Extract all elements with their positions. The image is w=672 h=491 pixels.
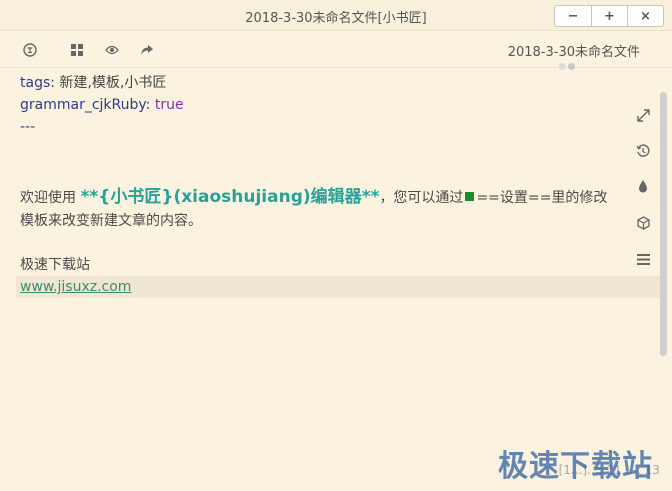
editor-area[interactable]: · · · · tags: 新建,模板,小书匠 grammar_cjkRuby:… <box>0 69 660 491</box>
site-link[interactable]: www.jisuxz.com <box>20 279 131 295</box>
front-matter-grammar-line: grammar_cjkRuby: true <box>20 94 184 116</box>
front-matter-tags-line: tags: 新建,模板,小书匠 <box>20 72 166 94</box>
drop-icon[interactable] <box>632 177 654 195</box>
editor-scrollbar[interactable] <box>660 92 667 356</box>
watermark-logo: 极速下载站 <box>498 449 653 484</box>
welcome-line-continued: 模板来改变新建文章的内容。 <box>20 213 202 229</box>
site-name-line: 极速下载站 <box>20 257 90 273</box>
site-link-line: www.jisuxz.com <box>20 276 131 298</box>
expand-icon[interactable] <box>632 106 654 124</box>
front-matter-end: --- <box>20 119 36 135</box>
window-controls: − + × <box>554 5 664 27</box>
title-bar: 2018-3-30未命名文件[小书匠] − + × <box>0 0 672 31</box>
welcome-after-settings: ==设置==里的修改 <box>476 190 608 206</box>
tags-key: tags <box>20 75 51 91</box>
share-icon[interactable] <box>138 41 156 59</box>
logo-icon[interactable] <box>21 41 39 59</box>
grammar-key: grammar_cjkRuby <box>20 97 146 113</box>
welcome-line: 欢迎使用 **{小书匠}(xiaoshujiang)编辑器**，您可以通过 ==设… <box>20 186 607 209</box>
welcome-bold-text: **{小书匠}(xiaoshujiang)编辑器** <box>80 187 380 207</box>
cube-icon[interactable] <box>632 214 654 232</box>
grammar-separator: : <box>145 97 155 113</box>
welcome-after: ，您可以通过 <box>379 190 464 206</box>
grid-icon[interactable] <box>68 41 86 59</box>
tags-value: 新建,模板,小书匠 <box>59 75 167 91</box>
eye-icon[interactable] <box>103 41 121 59</box>
menu-icon[interactable] <box>632 250 654 268</box>
history-icon[interactable] <box>632 142 654 160</box>
settings-marker-icon <box>465 192 475 201</box>
grammar-value: true <box>154 97 184 113</box>
minimize-button[interactable]: − <box>555 6 591 26</box>
welcome-intro: 欢迎使用 <box>20 190 81 206</box>
maximize-button[interactable]: + <box>591 6 627 26</box>
close-button[interactable]: × <box>627 6 663 26</box>
document-name: 2018-3-30未命名文件 <box>507 45 640 60</box>
